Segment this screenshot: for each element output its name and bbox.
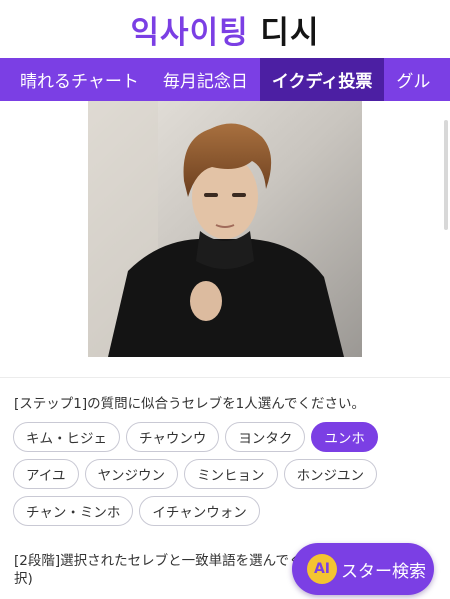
- option-chip[interactable]: チャン・ミンホ: [13, 496, 134, 526]
- site-logo[interactable]: 익사이팅 디시: [131, 7, 320, 52]
- scrollbar[interactable]: [444, 120, 448, 230]
- ai-icon: AI: [307, 554, 337, 584]
- photo-container: [0, 101, 450, 357]
- logo-text-a: 익사이팅: [130, 14, 249, 51]
- option-chip[interactable]: ミンヒョン: [184, 459, 278, 489]
- option-chip[interactable]: ヤンジウン: [84, 459, 179, 489]
- option-chip[interactable]: ホンジユン: [283, 459, 378, 489]
- ai-search-label: スター検索: [341, 561, 426, 582]
- nav-item-monthly-anniversary[interactable]: 毎月記念日: [151, 58, 260, 101]
- option-chip[interactable]: アイユ: [13, 459, 79, 489]
- option-chip[interactable]: イチャンウォン: [139, 496, 260, 526]
- option-chip[interactable]: ヨンタク: [225, 422, 306, 452]
- option-chip-selected[interactable]: ユンホ: [311, 422, 378, 452]
- ai-star-search-button[interactable]: AI スター検索: [292, 543, 434, 595]
- nav-item-group[interactable]: グル: [384, 58, 442, 101]
- logo-text-b: 디시: [260, 14, 320, 51]
- celebrity-photo: [88, 101, 362, 357]
- top-nav: 晴れるチャート 毎月記念日 イクディ投票 グル: [0, 58, 450, 101]
- celebrity-options: キム・ヒジェ チャウンウ ヨンタク ユンホ アイユ ヤンジウン ミンヒョン ホン…: [0, 412, 450, 526]
- option-chip[interactable]: キム・ヒジェ: [13, 422, 120, 452]
- app-header: 익사이팅 디시: [0, 0, 450, 58]
- nav-item-vote[interactable]: イクディ投票: [259, 58, 385, 101]
- step1-prompt: [ステップ1]の質問に似合うセレブを1人選んでください。: [14, 396, 366, 412]
- nav-item-sunny-chart[interactable]: 晴れるチャート: [0, 58, 151, 101]
- option-chip[interactable]: チャウンウ: [126, 422, 220, 452]
